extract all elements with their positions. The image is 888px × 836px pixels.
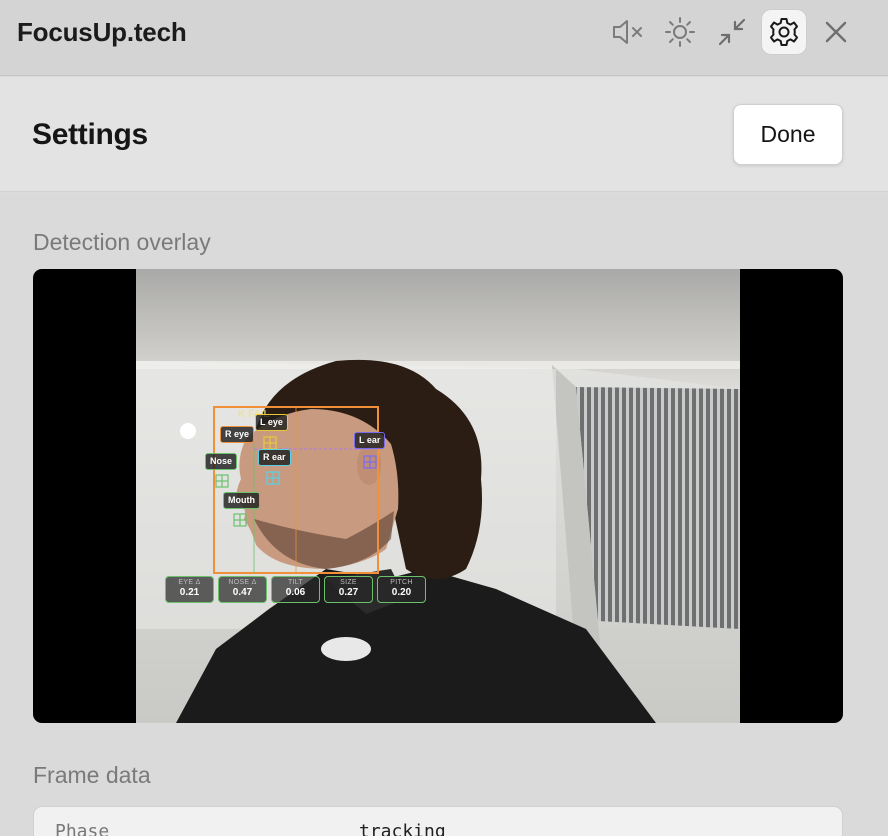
metric-label: NOSE Δ (228, 579, 257, 586)
brightness-button[interactable] (658, 10, 702, 54)
settings-button[interactable] (762, 10, 806, 54)
frame-data-table: Phase tracking (33, 806, 843, 836)
metric-label: SIZE (340, 579, 357, 586)
frame-data-label: Frame data (33, 762, 151, 788)
landmark-r-ear: R ear (258, 449, 291, 466)
settings-title: Settings (32, 118, 148, 151)
metric-eye-delta: EYE Δ 0.21 (165, 576, 214, 603)
metric-value: 0.47 (232, 587, 253, 598)
close-icon (825, 21, 847, 43)
r-eye-marker (263, 436, 277, 450)
r-ear-marker (266, 471, 280, 485)
settings-content[interactable]: Detection overlay K FAIL R eye L eye L e… (0, 193, 888, 836)
close-button[interactable] (814, 10, 858, 54)
mute-icon (613, 20, 642, 44)
minimize-button[interactable] (710, 10, 754, 54)
gear-icon (770, 18, 798, 46)
detection-overlay-label: Detection overlay (33, 229, 211, 255)
landmark-nose: Nose (205, 453, 238, 470)
minimize-icon (718, 18, 746, 46)
frame-data-key: Phase (55, 821, 110, 836)
metric-nose-delta: NOSE Δ 0.47 (218, 576, 267, 603)
metric-size: SIZE 0.27 (324, 576, 373, 603)
camera-feed: K FAIL R eye L eye L ear Nose R ear Mout… (136, 269, 740, 723)
metric-label: PITCH (390, 579, 413, 586)
landmark-r-eye: R eye (220, 426, 255, 443)
done-button[interactable]: Done (733, 104, 843, 165)
metric-value: 0.27 (338, 587, 359, 598)
metric-value: 0.20 (391, 587, 412, 598)
landmark-mouth: Mouth (223, 492, 260, 509)
brightness-icon (665, 17, 695, 47)
landmark-l-eye: L eye (255, 414, 288, 431)
detection-overlay-frame: K FAIL R eye L eye L ear Nose R ear Mout… (33, 269, 843, 723)
metric-value: 0.21 (179, 587, 200, 598)
metric-label: TILT (287, 579, 304, 586)
metric-label: EYE Δ (178, 579, 201, 586)
app-title: FocusUp.tech (17, 17, 187, 47)
metric-value: 0.06 (285, 587, 306, 598)
mute-button[interactable] (606, 10, 650, 54)
l-ear-marker (363, 455, 377, 469)
nose-marker (215, 474, 229, 488)
title-bar: FocusUp.tech (0, 0, 888, 76)
settings-header: Settings Done (0, 77, 888, 192)
landmark-l-ear: L ear (354, 432, 386, 449)
metric-tilt: TILT 0.06 (271, 576, 320, 603)
metric-pitch: PITCH 0.20 (377, 576, 426, 603)
frame-data-value: tracking (359, 821, 446, 836)
mouth-marker (233, 513, 247, 527)
